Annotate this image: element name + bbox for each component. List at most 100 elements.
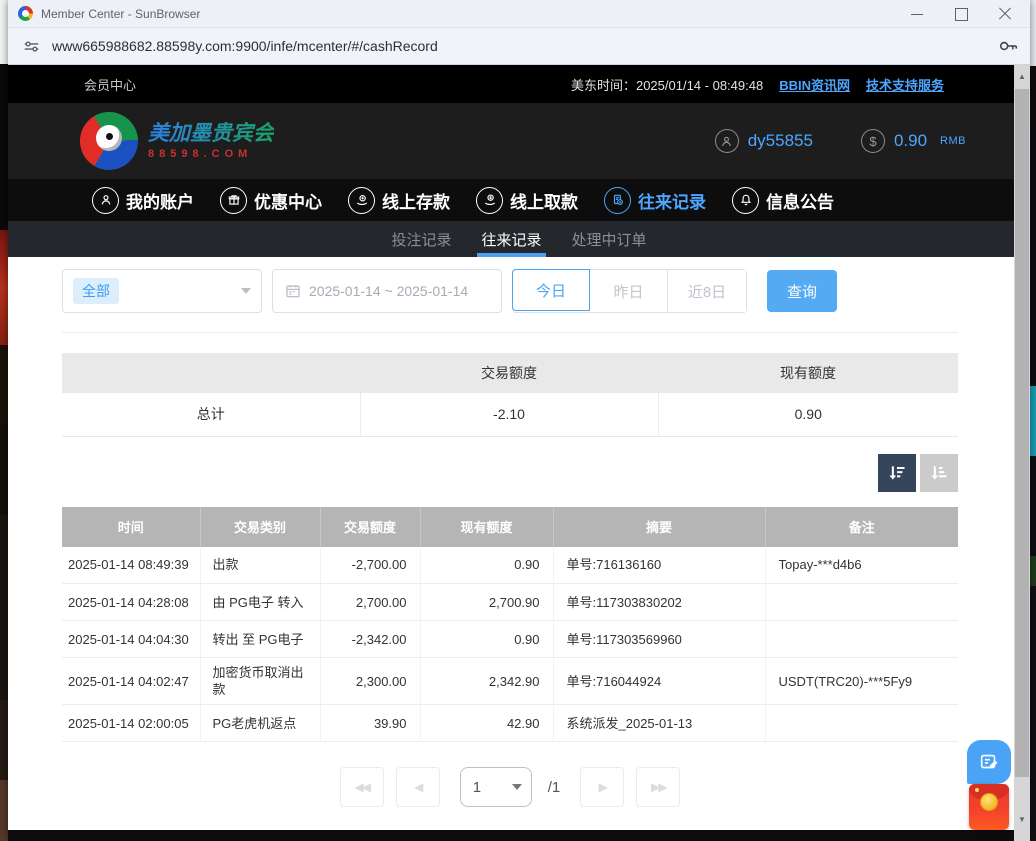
header-user-area: dy55855 $ 0.90 RMB bbox=[715, 129, 966, 153]
sunbrowser-app-icon bbox=[18, 6, 33, 21]
background-window-sliver-left bbox=[0, 0, 8, 841]
nav-item-promotions[interactable]: 优惠中心 bbox=[220, 187, 322, 214]
records-header-row: 时间 交易类别 交易额度 现有额度 摘要 备注 bbox=[62, 507, 958, 547]
nav-item-withdraw[interactable]: 线上取款 bbox=[476, 187, 578, 214]
search-button[interactable]: 查询 bbox=[767, 270, 837, 312]
sort-descending-button[interactable] bbox=[878, 454, 916, 492]
screen: Member Center - SunBrowser www665988682.… bbox=[0, 0, 1036, 841]
eastern-time: 美东时间：2025/01/14 - 08:49:48 bbox=[571, 75, 763, 94]
summary-header-transaction: 交易额度 bbox=[360, 353, 658, 393]
table-row: 2025-01-14 04:02:47 加密货币取消出款 2,300.00 2,… bbox=[62, 658, 958, 705]
maximize-button[interactable] bbox=[954, 7, 968, 21]
page-footer-strip bbox=[8, 830, 1030, 841]
table-row: 2025-01-14 04:04:30 转出 至 PG电子 -2,342.00 … bbox=[62, 621, 958, 658]
sort-buttons bbox=[62, 454, 958, 492]
nav-item-my-account[interactable]: 我的账户 bbox=[92, 187, 194, 214]
date-range-value: 2025-01-14 ~ 2025-01-14 bbox=[309, 283, 468, 299]
close-button[interactable] bbox=[998, 7, 1012, 21]
page-scrollbar: ▲ ▼ bbox=[1014, 65, 1030, 841]
tab-cash-records[interactable]: 往来记录 bbox=[479, 221, 543, 257]
balance-currency: RMB bbox=[940, 135, 966, 147]
table-row: 2025-01-14 02:00:05 PG老虎机返点 39.90 42.90 … bbox=[62, 705, 958, 742]
sub-nav: 投注记录 往来记录 处理中订单 bbox=[8, 221, 1030, 257]
site-settings-icon[interactable] bbox=[20, 35, 42, 57]
window-titlebar: Member Center - SunBrowser bbox=[8, 0, 1030, 28]
scrollbar-thumb[interactable] bbox=[1015, 89, 1029, 777]
bbin-news-link[interactable]: BBIN资讯网 bbox=[779, 75, 850, 94]
summary-header-empty bbox=[62, 353, 360, 393]
summary-transaction-total: -2.10 bbox=[360, 393, 658, 436]
site-header: 美加墨贵宾会 88598.COM dy55855 $ bbox=[8, 103, 1030, 179]
tab-bet-records[interactable]: 投注记录 bbox=[389, 221, 453, 257]
main-nav: 我的账户 优惠中心 线上存款 bbox=[8, 179, 1030, 221]
date-range-input[interactable]: 2025-01-14 ~ 2025-01-14 bbox=[272, 269, 502, 313]
last-page-button[interactable]: ▶▶ bbox=[636, 767, 680, 807]
col-type: 交易类别 bbox=[200, 507, 320, 547]
customer-service-button[interactable] bbox=[967, 740, 1011, 784]
page-total: /1 bbox=[548, 779, 561, 796]
logo-ball-icon bbox=[80, 112, 138, 170]
password-key-icon[interactable] bbox=[994, 39, 1018, 53]
first-page-button[interactable]: ◀◀ bbox=[340, 767, 384, 807]
address-bar: www665988682.88598y.com:9900/infe/mcente… bbox=[8, 28, 1030, 65]
next-page-button[interactable]: ▶ bbox=[580, 767, 624, 807]
summary-total-label: 总计 bbox=[62, 393, 360, 436]
chevron-down-icon bbox=[241, 288, 251, 294]
window-title: Member Center - SunBrowser bbox=[41, 7, 200, 21]
username-chip[interactable]: dy55855 bbox=[715, 129, 813, 153]
bell-icon bbox=[732, 187, 759, 214]
type-dropdown[interactable]: 全部 bbox=[62, 269, 262, 313]
logo-title: 美加墨贵宾会 bbox=[148, 122, 274, 145]
coin-icon bbox=[980, 793, 998, 811]
col-summary: 摘要 bbox=[553, 507, 765, 547]
sort-ascending-button[interactable] bbox=[920, 454, 958, 492]
deposit-icon bbox=[348, 187, 375, 214]
content: 全部 2025-01-14 ~ 2025-01-14 今日 昨日 近8 bbox=[62, 257, 958, 807]
user-icon bbox=[715, 129, 739, 153]
nav-item-deposit[interactable]: 线上存款 bbox=[348, 187, 450, 214]
page-select[interactable]: 1 bbox=[460, 767, 532, 807]
logo-domain: 88598.COM bbox=[148, 148, 274, 160]
minimize-button[interactable] bbox=[910, 7, 924, 21]
divider bbox=[62, 332, 958, 333]
col-note: 备注 bbox=[765, 507, 958, 547]
account-icon bbox=[92, 187, 119, 214]
table-row: 2025-01-14 08:49:39 出款 -2,700.00 0.90 单号… bbox=[62, 547, 958, 584]
nav-item-cash-records[interactable]: 往来记录 bbox=[604, 187, 706, 214]
scrollbar-down-arrow[interactable]: ▼ bbox=[1014, 811, 1030, 827]
records-table: 时间 交易类别 交易额度 现有额度 摘要 备注 2025-01-14 08:49… bbox=[62, 507, 958, 743]
table-row: 2025-01-14 04:28:08 由 PG电子 转入 2,700.00 2… bbox=[62, 584, 958, 621]
red-envelope-button[interactable] bbox=[969, 784, 1009, 830]
site-logo[interactable]: 美加墨贵宾会 88598.COM bbox=[80, 112, 274, 170]
topbar-right: 美东时间：2025/01/14 - 08:49:48 BBIN资讯网 技术支持服… bbox=[571, 75, 1008, 94]
filter-row: 全部 2025-01-14 ~ 2025-01-14 今日 昨日 近8 bbox=[62, 269, 958, 313]
section-label: 会员中心 bbox=[84, 75, 136, 94]
page: 会员中心 美东时间：2025/01/14 - 08:49:48 BBIN资讯网 … bbox=[8, 65, 1030, 841]
summary-table: 交易额度 现有额度 总计 -2.10 0.90 bbox=[62, 353, 958, 437]
url-field[interactable]: www665988682.88598y.com:9900/infe/mcente… bbox=[52, 38, 994, 54]
col-balance: 现有额度 bbox=[420, 507, 553, 547]
records-icon bbox=[604, 187, 631, 214]
summary-row: 总计 -2.10 0.90 bbox=[62, 393, 958, 436]
nav-item-announcements[interactable]: 信息公告 bbox=[732, 187, 834, 214]
pagination: ◀◀ ◀ 1 /1 ▶ ▶▶ bbox=[62, 767, 958, 807]
tech-support-link[interactable]: 技术支持服务 bbox=[866, 75, 944, 94]
tab-pending-orders[interactable]: 处理中订单 bbox=[570, 221, 649, 257]
today-button[interactable]: 今日 bbox=[512, 269, 590, 311]
quick-date-group: 今日 昨日 近8日 bbox=[512, 269, 747, 313]
last-8-days-button[interactable]: 近8日 bbox=[668, 270, 746, 312]
summary-balance-total: 0.90 bbox=[658, 393, 958, 436]
col-amount: 交易额度 bbox=[320, 507, 420, 547]
type-dropdown-value: 全部 bbox=[73, 278, 119, 304]
balance-chip[interactable]: $ 0.90 RMB bbox=[861, 129, 966, 153]
member-topbar: 会员中心 美东时间：2025/01/14 - 08:49:48 BBIN资讯网 … bbox=[8, 65, 1030, 103]
gift-icon bbox=[220, 187, 247, 214]
yesterday-button[interactable]: 昨日 bbox=[590, 270, 668, 312]
dollar-coin-icon: $ bbox=[861, 129, 885, 153]
summary-header-balance: 现有额度 bbox=[658, 353, 958, 393]
prev-page-button[interactable]: ◀ bbox=[396, 767, 440, 807]
window-controls bbox=[910, 7, 1020, 21]
balance-amount: 0.90 bbox=[894, 131, 927, 151]
col-time: 时间 bbox=[62, 507, 200, 547]
scrollbar-up-arrow[interactable]: ▲ bbox=[1014, 68, 1030, 84]
